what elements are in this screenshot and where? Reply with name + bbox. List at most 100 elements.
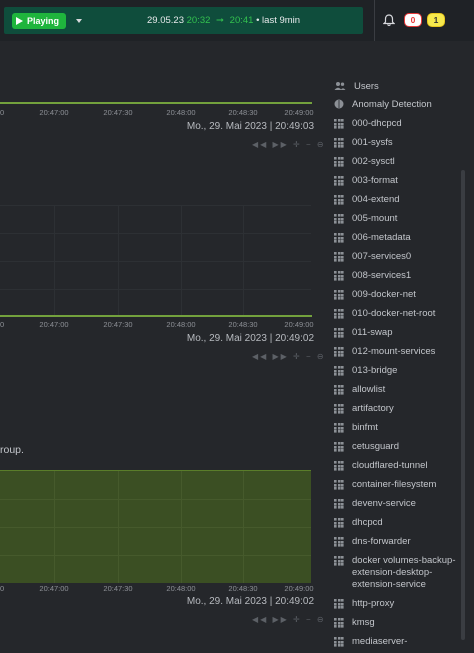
warning-alerts-badge[interactable]: 1 bbox=[427, 13, 445, 27]
grid-icon bbox=[334, 423, 344, 433]
sidebar-item[interactable]: cetusguard bbox=[334, 441, 399, 453]
tick-label: 30 bbox=[0, 584, 5, 593]
sidebar-item-label: devenv-service bbox=[352, 498, 416, 509]
tick-label: 20:48:30 bbox=[228, 320, 258, 329]
time-range[interactable]: 29.05.23 20:32 ➞ 20:41 • last 9min bbox=[147, 15, 300, 26]
sidebar-item[interactable]: binfmt bbox=[334, 422, 378, 434]
play-icon bbox=[16, 17, 23, 25]
grid-icon bbox=[334, 119, 344, 129]
sidebar-item[interactable]: artifactory bbox=[334, 403, 394, 415]
grid-icon bbox=[334, 480, 344, 490]
sidebar-item-label: allowlist bbox=[352, 384, 386, 395]
grid-icon bbox=[334, 461, 344, 471]
grid-icon bbox=[334, 233, 344, 243]
grid-icon bbox=[334, 537, 344, 547]
sidebar-item[interactable]: dns-forwarder bbox=[334, 536, 411, 548]
sidebar-item-label: artifactory bbox=[352, 403, 394, 414]
sidebar-item[interactable]: allowlist bbox=[334, 384, 385, 396]
chevron-down-icon[interactable] bbox=[76, 19, 82, 23]
grid-icon bbox=[334, 309, 344, 319]
sidebar-item[interactable]: 013-bridge bbox=[334, 365, 397, 377]
sidebar-item-label: 003-format bbox=[352, 175, 398, 186]
top-bar: Playing 29.05.23 20:32 ➞ 20:41 • last 9m… bbox=[0, 0, 474, 41]
users-icon bbox=[334, 82, 346, 90]
chart-2-controls[interactable]: ◀◀ ▶▶ ✛ − ⊖ bbox=[252, 352, 326, 361]
grid-icon bbox=[334, 271, 344, 281]
sidebar-item-label: cetusguard bbox=[352, 441, 400, 452]
sidebar-item[interactable]: 012-mount-services bbox=[334, 346, 435, 358]
sidebar-item-label: 006-metadata bbox=[352, 232, 411, 243]
play-button[interactable]: Playing bbox=[12, 13, 67, 29]
sidebar-item[interactable]: 006-metadata bbox=[334, 232, 411, 244]
arrow-right-icon: ➞ bbox=[216, 15, 225, 26]
grid-icon bbox=[334, 499, 344, 509]
tick-label: 30 bbox=[0, 108, 5, 117]
sidebar-item-label: 011-swap bbox=[352, 327, 393, 338]
sidebar-item-label: 005-mount bbox=[352, 213, 398, 224]
grid-icon bbox=[334, 556, 344, 566]
tick-label: 20:48:30 bbox=[228, 584, 258, 593]
grid-icon bbox=[334, 347, 344, 357]
start-time: 20:32 bbox=[186, 15, 211, 26]
chart-2-line bbox=[0, 315, 312, 317]
sidebar-item[interactable]: container-filesystem bbox=[334, 479, 436, 491]
grid-icon bbox=[334, 195, 344, 205]
sidebar-item[interactable]: 007-services0 bbox=[334, 251, 411, 263]
sidebar-item-label: Anomaly Detection bbox=[352, 99, 432, 110]
sidebar-item[interactable]: 010-docker-net-root bbox=[334, 308, 435, 320]
sidebar-item[interactable]: 005-mount bbox=[334, 213, 397, 225]
sidebar-item[interactable]: mediaserver- bbox=[334, 636, 407, 648]
sidebar-item[interactable]: 001-sysfs bbox=[334, 137, 393, 149]
brain-icon bbox=[334, 99, 344, 109]
grid-icon bbox=[334, 599, 344, 609]
sidebar-item-users[interactable]: Users bbox=[334, 81, 379, 93]
tick-label: 30 bbox=[0, 320, 5, 329]
sidebar-item-label: 001-sysfs bbox=[352, 137, 393, 148]
sidebar-scrollbar[interactable] bbox=[461, 170, 465, 640]
bullet: • bbox=[256, 15, 260, 26]
critical-alerts-badge[interactable]: 0 bbox=[404, 13, 422, 27]
sidebar-item-anomaly-detection[interactable]: Anomaly Detection bbox=[334, 99, 432, 111]
tick-label: 20:47:00 bbox=[39, 108, 69, 117]
playback-bar[interactable]: Playing 29.05.23 20:32 ➞ 20:41 • last 9m… bbox=[4, 7, 363, 34]
grid-icon bbox=[334, 328, 344, 338]
chart-1-line bbox=[0, 102, 312, 104]
sidebar-item[interactable]: 009-docker-net bbox=[334, 289, 416, 301]
sidebar-item-label: dns-forwarder bbox=[352, 536, 411, 547]
sidebar-item-label: binfmt bbox=[352, 422, 378, 433]
grid-icon bbox=[334, 176, 344, 186]
sidebar-item[interactable]: 002-sysctl bbox=[334, 156, 395, 168]
grid-icon bbox=[334, 637, 344, 647]
grid-icon bbox=[334, 385, 344, 395]
chart-1-controls[interactable]: ◀◀ ▶▶ ✛ − ⊖ bbox=[252, 140, 326, 149]
sidebar-item[interactable]: dhcpcd bbox=[334, 517, 383, 529]
chart-1-timestamp: Mo., 29. Mai 2023 | 20:49:03 bbox=[186, 121, 314, 132]
sidebar-item-label: 002-sysctl bbox=[352, 156, 395, 167]
tick-label: 20:48:00 bbox=[166, 108, 196, 117]
tick-label: 20:47:30 bbox=[103, 320, 133, 329]
grid-icon bbox=[334, 157, 344, 167]
tick-label: 20:49:00 bbox=[284, 320, 314, 329]
grid-icon bbox=[334, 442, 344, 452]
sidebar-item-label: 007-services0 bbox=[352, 251, 412, 262]
grid-icon bbox=[334, 214, 344, 224]
sidebar-item[interactable]: 011-swap bbox=[334, 327, 393, 339]
sidebar-item[interactable]: devenv-service bbox=[334, 498, 416, 510]
sidebar-item[interactable]: 008-services1 bbox=[334, 270, 411, 282]
grid-icon bbox=[334, 618, 344, 628]
chart-3-controls[interactable]: ◀◀ ▶▶ ✛ − ⊖ bbox=[252, 615, 326, 624]
sidebar-item[interactable]: 003-format bbox=[334, 175, 398, 187]
sidebar-item[interactable]: http-proxy bbox=[334, 598, 394, 610]
play-label: Playing bbox=[27, 16, 60, 26]
sidebar-item[interactable]: 000-dhcpcd bbox=[334, 118, 402, 130]
sidebar-item[interactable]: docker volumes-backup-extension-desktop-… bbox=[334, 555, 474, 591]
duration-label: last 9min bbox=[262, 15, 301, 26]
sidebar-item[interactable]: cloudflared-tunnel bbox=[334, 460, 428, 472]
tick-label: 20:48:00 bbox=[166, 320, 196, 329]
grid-icon bbox=[334, 518, 344, 528]
sidebar-item-label: 012-mount-services bbox=[352, 346, 436, 357]
bell-icon[interactable] bbox=[383, 14, 395, 27]
tick-label: 20:49:00 bbox=[284, 108, 314, 117]
sidebar-item[interactable]: kmsg bbox=[334, 617, 375, 629]
sidebar-item[interactable]: 004-extend bbox=[334, 194, 400, 206]
